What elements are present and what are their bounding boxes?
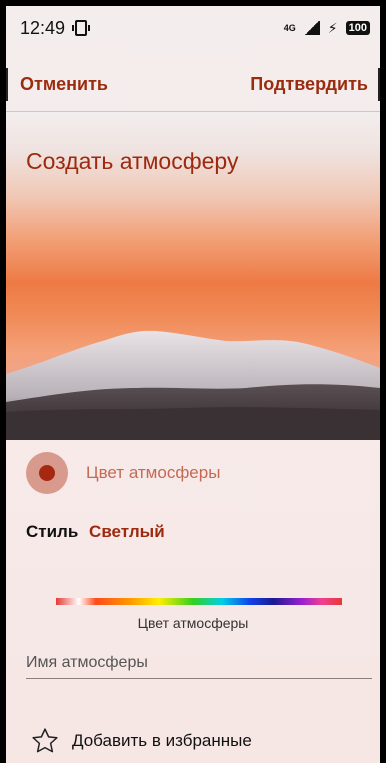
charging-icon: ⚡ (327, 19, 338, 36)
style-row[interactable]: Стиль Светлый (26, 522, 165, 542)
star-icon (32, 728, 58, 753)
confirm-button[interactable]: Подтвердить (240, 68, 380, 101)
color-label: Цвет атмосферы (86, 463, 221, 482)
color-picker-row[interactable]: Цвет атмосферы (26, 452, 220, 494)
vibrate-icon (72, 20, 91, 36)
action-bar: Отменить Подтвердить (6, 58, 380, 112)
network-type: 4G (283, 23, 296, 33)
signal-icon (303, 21, 320, 35)
spectrum-caption: Цвет атмосферы (137, 615, 249, 631)
color-spectrum-slider[interactable] (56, 598, 342, 605)
favorite-label: Добавить в избранные (72, 731, 252, 750)
color-swatch-button[interactable] (26, 452, 68, 494)
status-bar: 12:49 4G ⚡ 100 (6, 6, 380, 50)
clock: 12:49 (20, 17, 66, 38)
add-to-favorites-button[interactable]: Добавить в избранные (30, 726, 252, 756)
style-label: Стиль (26, 522, 79, 541)
app-screen: 12:49 4G ⚡ 100 Отменить Подтвердить Созд… (6, 6, 380, 763)
style-value[interactable]: Светлый (89, 522, 165, 541)
page-title: Создать атмосферу (26, 148, 239, 174)
atmosphere-name-field[interactable] (26, 649, 372, 679)
atmosphere-name-input[interactable] (26, 649, 372, 677)
battery-level: 100 (345, 21, 370, 35)
hero-image: Создать атмосферу (6, 112, 380, 440)
cancel-button[interactable]: Отменить (6, 68, 118, 101)
selected-color-dot (39, 465, 55, 481)
